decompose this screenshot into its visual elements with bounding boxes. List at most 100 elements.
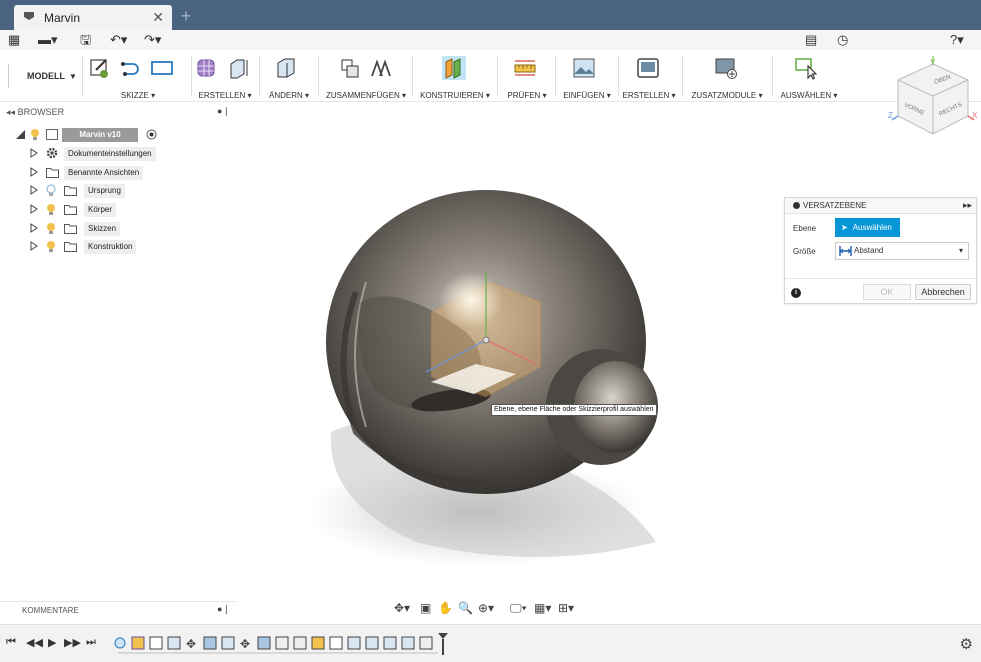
size-dropdown[interactable]: Abstand ▾	[835, 242, 969, 260]
expand-triangle-icon[interactable]	[30, 241, 38, 251]
zoom-icon[interactable]: 🔍	[458, 601, 473, 615]
press-pull-icon[interactable]	[274, 56, 298, 80]
look-at-icon[interactable]: ▣	[420, 601, 431, 615]
ok-button[interactable]: OK	[863, 284, 911, 300]
render-group[interactable]: ERSTELLEN ▾	[620, 54, 678, 100]
browser-toggle-icon[interactable]: ●❘	[217, 106, 230, 117]
render-icon[interactable]	[636, 56, 660, 80]
sketch-group[interactable]: SKIZZE ▾	[88, 54, 188, 100]
modify-group[interactable]: ÄNDERN ▾	[264, 54, 314, 100]
visibility-bulb-icon[interactable]	[46, 240, 56, 253]
visibility-bulb-icon[interactable]	[46, 222, 56, 235]
timeline-fillet-feature[interactable]	[419, 636, 433, 650]
timeline-sketch-feature[interactable]	[114, 637, 126, 649]
comments-panel[interactable]: KOMMENTARE ●❘	[0, 601, 236, 618]
timeline-last-icon[interactable]: ⏭	[86, 636, 96, 649]
close-tab-icon[interactable]: ✕	[152, 9, 164, 26]
construct-group[interactable]: KONSTRUIEREN ▾	[416, 54, 494, 100]
timeline-previous-icon[interactable]: ◀◀	[26, 636, 43, 649]
visibility-bulb-icon[interactable]	[46, 184, 56, 197]
timeline-extrude-feature[interactable]	[167, 636, 181, 650]
timeline-next-icon[interactable]: ▶▶	[64, 636, 81, 649]
expand-triangle-icon[interactable]	[30, 204, 38, 214]
origin-point[interactable]	[482, 336, 490, 344]
create-group[interactable]: ERSTELLEN ▾	[195, 54, 255, 100]
timeline-extrude-feature[interactable]	[221, 636, 235, 650]
timeline-marker-icon[interactable]	[438, 633, 448, 655]
rectangle-icon[interactable]	[150, 56, 174, 80]
workspace-switcher[interactable]: MODELL ▼	[8, 64, 77, 88]
root-component-label[interactable]: Marvin v10	[62, 128, 138, 142]
collapse-triangle-icon[interactable]	[16, 130, 25, 139]
timeline-move-feature[interactable]: ✥	[186, 637, 196, 651]
select-icon[interactable]	[794, 56, 818, 80]
timeline-extrude-feature[interactable]	[383, 636, 397, 650]
extrude-icon[interactable]	[226, 56, 250, 80]
timeline-extrude-feature[interactable]	[365, 636, 379, 650]
select-group[interactable]: AUSWÄHLEN ▾	[776, 54, 842, 100]
offset-plane-icon[interactable]	[442, 56, 466, 80]
grid-settings-icon[interactable]: ▦▾	[534, 601, 551, 615]
tree-root[interactable]: Marvin v10	[16, 127, 176, 142]
timeline-extrude-feature[interactable]	[347, 636, 361, 650]
timeline-extrude-feature[interactable]	[203, 636, 217, 650]
inspect-group[interactable]: PRÜFEN ▾	[501, 54, 553, 100]
new-component-icon[interactable]	[338, 56, 362, 80]
timeline-extrude-feature[interactable]	[257, 636, 271, 650]
timeline-feature-track[interactable]: ✥ ✥	[112, 633, 452, 657]
activate-radio-icon[interactable]	[146, 129, 157, 140]
file-menu-icon[interactable]: ▬▾	[38, 32, 58, 48]
expand-triangle-icon[interactable]	[30, 167, 38, 177]
measure-icon[interactable]	[513, 56, 537, 80]
joint-icon[interactable]	[369, 56, 393, 80]
expand-triangle-icon[interactable]	[30, 223, 38, 233]
orbit-icon[interactable]: ✥▾	[394, 601, 410, 615]
history-icon[interactable]: ◷	[837, 32, 848, 48]
plane-select-button[interactable]: ➤ Auswählen	[835, 218, 900, 237]
timeline-extrude-feature[interactable]	[401, 636, 415, 650]
form-icon[interactable]	[195, 56, 219, 80]
timeline-first-icon[interactable]: ⏮	[6, 636, 16, 649]
timeline-move-feature[interactable]: ✥	[240, 637, 250, 651]
assemble-group[interactable]: ZUSAMMENFÜGEN ▾	[322, 54, 410, 100]
tree-item-sketches[interactable]: Skizzen	[30, 221, 210, 236]
tree-item-document-settings[interactable]: Dokumenteinstellungen	[30, 146, 210, 161]
save-icon[interactable]: 🖫	[80, 32, 91, 48]
line-icon[interactable]	[119, 56, 143, 80]
dialog-header[interactable]: VERSATZEBENE ▸▸	[785, 198, 976, 214]
visibility-bulb-icon[interactable]	[46, 203, 56, 216]
fit-icon[interactable]: ⊕▾	[478, 601, 494, 615]
timeline-revolve-feature[interactable]	[293, 636, 307, 650]
tree-item-named-views[interactable]: Benannte Ansichten	[30, 165, 210, 180]
expand-triangle-icon[interactable]	[30, 148, 38, 158]
create-sketch-icon[interactable]	[88, 56, 112, 80]
timeline-play-icon[interactable]: ▶	[48, 636, 56, 649]
app-grid-icon[interactable]: ▦	[8, 32, 20, 48]
info-icon[interactable]: i	[791, 288, 801, 298]
display-settings-icon[interactable]: 🖵▾	[510, 601, 527, 616]
new-tab-button[interactable]: +	[176, 7, 196, 27]
insert-group[interactable]: EINFÜGEN ▾	[558, 54, 616, 100]
addins-group[interactable]: ZUSATZMODULE ▾	[686, 54, 768, 100]
document-tab[interactable]: Marvin ✕	[14, 5, 172, 30]
tree-item-origin[interactable]: Ursprung	[30, 183, 210, 198]
comments-toggle-icon[interactable]: ●❘	[217, 604, 230, 615]
collapse-icon[interactable]: ◂◂	[6, 107, 15, 117]
visibility-bulb-icon[interactable]	[30, 128, 40, 141]
tree-item-construction[interactable]: Konstruktion	[30, 239, 210, 254]
timeline-joint-feature[interactable]	[131, 636, 145, 650]
tree-item-bodies[interactable]: Körper	[30, 202, 210, 217]
timeline-joint-feature[interactable]	[311, 636, 325, 650]
redo-icon[interactable]: ↷▾	[144, 32, 161, 48]
comments-panel-icon[interactable]: ▤	[805, 32, 817, 48]
timeline-settings-icon[interactable]: ⚙	[960, 635, 973, 653]
scripts-addins-icon[interactable]	[714, 56, 738, 80]
help-icon[interactable]: ?▾	[950, 32, 964, 48]
3d-viewport[interactable]	[236, 102, 981, 598]
viewports-icon[interactable]: ⊞▾	[558, 601, 574, 615]
pan-icon[interactable]: ✋	[438, 601, 453, 615]
expand-dialog-icon[interactable]: ▸▸	[963, 200, 972, 211]
undo-icon[interactable]: ↶▾	[110, 32, 127, 48]
timeline-sketch-feature[interactable]	[149, 636, 163, 650]
browser-collapse-title[interactable]: ◂◂ BROWSER	[6, 107, 64, 118]
